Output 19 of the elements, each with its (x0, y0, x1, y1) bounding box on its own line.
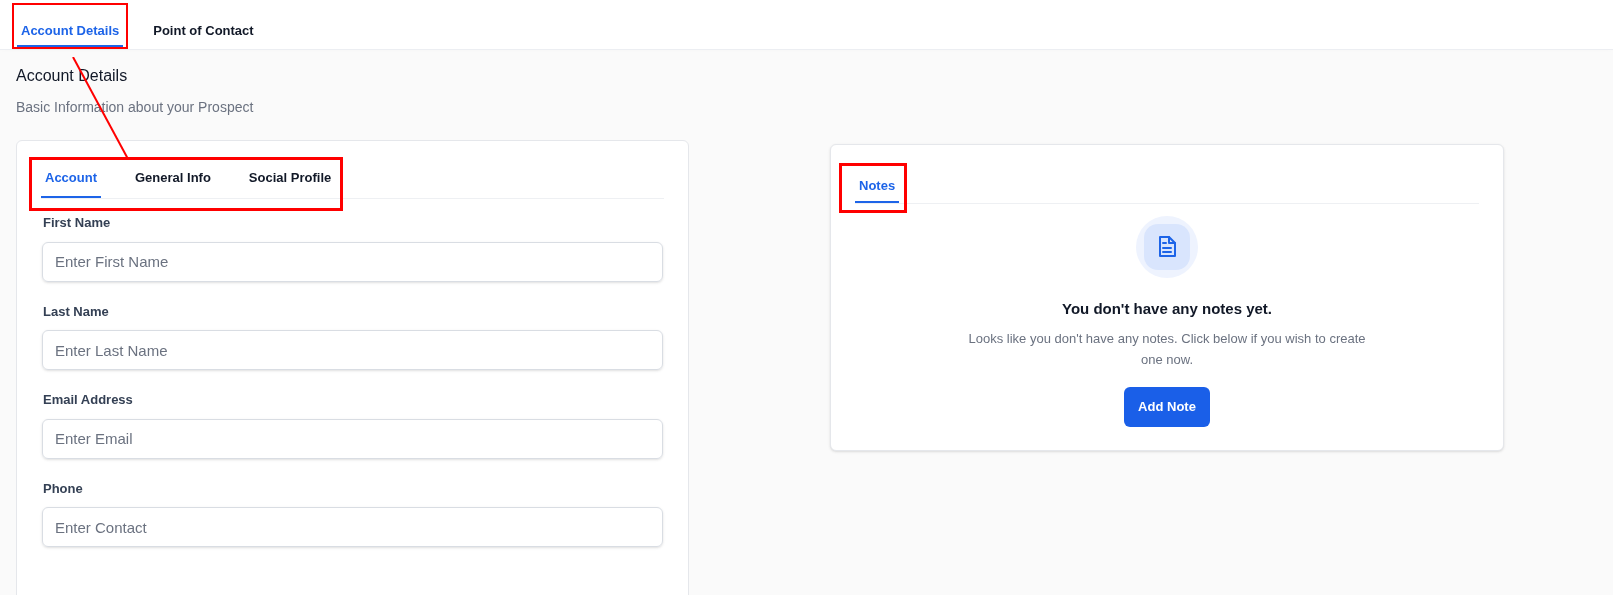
field-label: Phone (43, 479, 84, 498)
tab[interactable]: General Info (131, 159, 215, 198)
empty-title: You don't have any notes yet. (1062, 299, 1272, 319)
field-label: Last Name (43, 302, 110, 321)
field-label: First Name (43, 214, 112, 232)
input-field[interactable]: Enter Last Name (42, 330, 663, 370)
empty-text: Looks like you don't have any notes. Click below if you wish to create one now. (967, 329, 1367, 369)
tab[interactable]: Account Details (17, 17, 124, 47)
tab[interactable]: Notes (855, 171, 900, 203)
field-label: Email Address (43, 391, 134, 409)
input-field[interactable]: Enter Email (42, 418, 663, 459)
tab[interactable]: Account (41, 159, 101, 198)
input-field[interactable]: Enter First Name (42, 241, 663, 282)
tab[interactable]: Point of Contact (149, 15, 258, 49)
document-icon (1144, 224, 1190, 270)
add-note-button[interactable]: Add Note (1124, 386, 1210, 427)
highlight-box (839, 163, 907, 213)
tab[interactable]: Social Profile (244, 159, 336, 198)
input-field[interactable]: Enter Contact (42, 507, 663, 547)
